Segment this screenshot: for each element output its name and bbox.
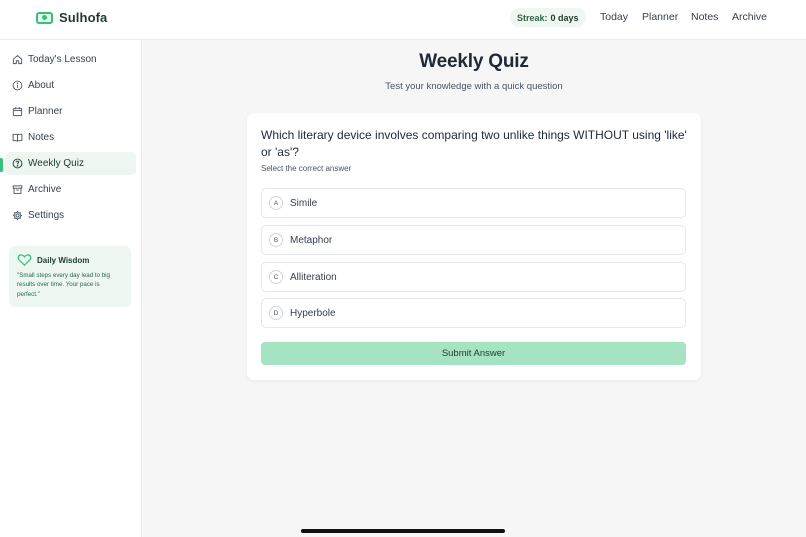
home-indicator: [301, 529, 505, 533]
main-content: Weekly Quiz Test your knowledge with a q…: [142, 40, 806, 537]
option-text: Simile: [290, 197, 318, 209]
quiz-card: Which literary device involves comparing…: [247, 113, 701, 380]
option-letter: D: [269, 306, 283, 320]
sidebar-item-weekly-quiz[interactable]: Weekly Quiz: [5, 152, 136, 175]
home-icon: [12, 55, 23, 65]
heart-icon: [17, 254, 32, 267]
quiz-option-d[interactable]: D Hyperbole: [261, 298, 686, 328]
sidebar-item-label: Planner: [28, 106, 63, 117]
app-logo[interactable]: Sulhofa: [36, 10, 107, 25]
sidebar-item-planner[interactable]: Planner: [5, 100, 136, 123]
sidebar-item-settings[interactable]: Settings: [5, 204, 136, 227]
option-letter: A: [269, 196, 283, 210]
sidebar-item-todays-lesson[interactable]: Today's Lesson: [5, 48, 136, 71]
quiz-instruction: Select the correct answer: [261, 164, 352, 173]
info-icon: [12, 80, 23, 91]
sidebar-item-about[interactable]: About: [5, 74, 136, 97]
topnav-today[interactable]: Today: [600, 11, 628, 23]
streak-badge: Streak: 0 days: [510, 8, 586, 27]
option-text: Hyperbole: [290, 307, 336, 319]
quiz-option-a[interactable]: A Simile: [261, 188, 686, 218]
gear-icon: [12, 210, 23, 221]
sidebar-item-label: Archive: [28, 184, 62, 195]
submit-answer-button[interactable]: Submit Answer: [261, 342, 686, 365]
question-icon: [12, 158, 23, 169]
topnav-archive[interactable]: Archive: [732, 11, 767, 23]
option-text: Alliteration: [290, 271, 337, 283]
topnav-notes[interactable]: Notes: [691, 11, 718, 23]
sidebar-item-label: About: [28, 80, 55, 91]
app-name: Sulhofa: [59, 10, 108, 25]
sidebar-item-archive[interactable]: Archive: [5, 178, 136, 201]
archive-icon: [12, 185, 23, 194]
sidebar-item-label: Today's Lesson: [28, 54, 97, 65]
option-letter: C: [269, 270, 283, 284]
daily-wisdom-card: Daily Wisdom "Small steps every day lead…: [9, 246, 131, 307]
option-text: Metaphor: [290, 234, 333, 246]
calendar-icon: [12, 107, 23, 117]
book-icon: [12, 133, 23, 142]
active-indicator: [0, 158, 3, 172]
daily-wisdom-text: "Small steps every day lead to big resul…: [17, 272, 110, 298]
page-title: Weekly Quiz: [419, 51, 529, 72]
sidebar-item-label: Weekly Quiz: [28, 158, 84, 169]
topnav-planner[interactable]: Planner: [642, 11, 678, 23]
streak-label: Streak:: [517, 12, 548, 23]
top-header: Sulhofa Streak: 0 days Today Planner Not…: [0, 0, 806, 40]
sidebar-item-label: Settings: [28, 210, 65, 221]
quiz-option-b[interactable]: B Metaphor: [261, 225, 686, 255]
sidebar: Today's Lesson About Planner Notes Weekl…: [0, 40, 142, 537]
daily-wisdom-title: Daily Wisdom: [37, 255, 90, 265]
sidebar-item-label: Notes: [28, 132, 55, 143]
sidebar-item-notes[interactable]: Notes: [5, 126, 136, 149]
quiz-option-c[interactable]: C Alliteration: [261, 262, 686, 292]
option-letter: B: [269, 233, 283, 247]
streak-value: 0 days: [550, 12, 579, 23]
page-subtitle: Test your knowledge with a quick questio…: [385, 81, 563, 92]
logo-icon: [36, 11, 53, 24]
quiz-question: Which literary device involves comparing…: [261, 128, 687, 159]
